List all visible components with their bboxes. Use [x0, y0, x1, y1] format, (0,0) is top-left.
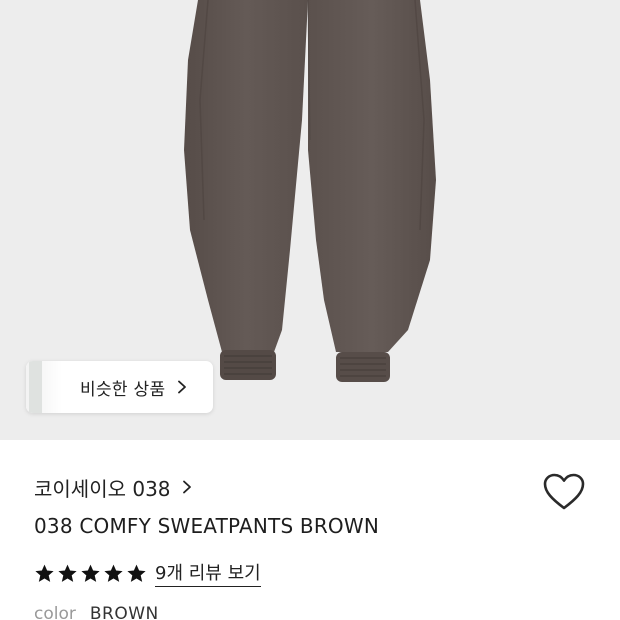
color-option: color BROWN [34, 604, 159, 620]
product-image[interactable]: 비슷한 상품 [0, 0, 620, 440]
similar-products-button[interactable]: 비슷한 상품 [26, 361, 213, 413]
star-icon [58, 564, 77, 582]
brand-name: 코이세이오 038 [34, 476, 171, 501]
star-icon [35, 564, 54, 582]
rating-row: 9개 리뷰 보기 [34, 559, 261, 587]
chevron-right-icon [178, 380, 187, 394]
brand-link[interactable]: 코이세이오 038 [34, 470, 594, 504]
wishlist-heart-icon[interactable] [542, 472, 586, 512]
star-icon [104, 564, 123, 582]
similar-products-label: 비슷한 상품 [80, 379, 166, 400]
option-label: color [34, 604, 76, 620]
similar-product-thumbnail [26, 361, 62, 413]
product-info: 코이세이오 038 [34, 470, 594, 504]
star-icon [127, 564, 146, 582]
option-value: BROWN [89, 604, 159, 620]
rating-stars [34, 563, 147, 584]
product-title: 038 COMFY SWEATPANTS BROWN [34, 514, 380, 538]
chevron-right-icon [182, 480, 191, 494]
star-icon [81, 564, 100, 582]
view-reviews-link[interactable]: 9개 리뷰 보기 [155, 559, 261, 587]
